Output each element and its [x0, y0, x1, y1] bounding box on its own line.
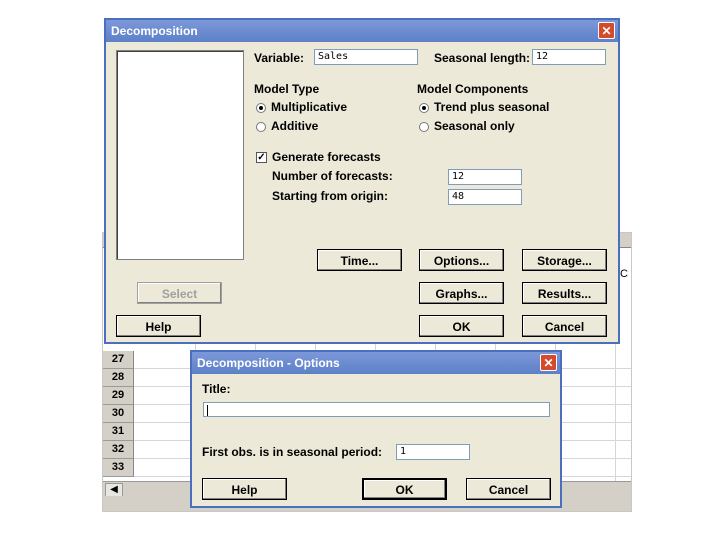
graphs-button[interactable]: Graphs... [419, 282, 504, 304]
radio-trend-plus-seasonal-label[interactable]: Trend plus seasonal [434, 100, 549, 114]
options-button[interactable]: Options... [419, 249, 504, 271]
column-label-fragment: C [620, 268, 628, 280]
options-close-icon[interactable]: ✕ [540, 354, 557, 371]
title-input[interactable] [203, 402, 550, 417]
row-header-27[interactable]: 27 [103, 351, 134, 369]
radio-multiplicative[interactable] [256, 103, 266, 113]
row-header-28[interactable]: 28 [103, 369, 134, 387]
results-button[interactable]: Results... [522, 282, 607, 304]
options-cancel-button[interactable]: Cancel [466, 478, 551, 500]
seasonal-length-label: Seasonal length: [434, 51, 531, 65]
radio-additive-label[interactable]: Additive [271, 119, 318, 133]
row-header-30[interactable]: 30 [103, 405, 134, 423]
starting-origin-input[interactable]: 48 [448, 189, 522, 205]
dialog-title: Decomposition [106, 20, 618, 42]
row-header-32[interactable]: 32 [103, 441, 134, 459]
scroll-left-arrow-icon[interactable]: ◀ [105, 483, 123, 497]
storage-button[interactable]: Storage... [522, 249, 607, 271]
options-dialog-title: Decomposition - Options [192, 352, 560, 374]
radio-multiplicative-label[interactable]: Multiplicative [271, 100, 347, 114]
close-icon[interactable]: ✕ [598, 22, 615, 39]
first-obs-label: First obs. is in seasonal period: [202, 445, 383, 459]
radio-seasonal-only[interactable] [419, 122, 429, 132]
row-header-29[interactable]: 29 [103, 387, 134, 405]
select-button[interactable]: Select [137, 282, 222, 304]
text-cursor [207, 405, 208, 416]
row-header-33[interactable]: 33 [103, 459, 134, 477]
row-header-31[interactable]: 31 [103, 423, 134, 441]
generate-forecasts-checkbox[interactable]: ✓ [256, 152, 267, 163]
cancel-button[interactable]: Cancel [522, 315, 607, 337]
model-components-heading: Model Components [417, 82, 529, 96]
number-of-forecasts-label: Number of forecasts: [272, 169, 393, 183]
starting-origin-label: Starting from origin: [272, 189, 388, 203]
help-button[interactable]: Help [116, 315, 201, 337]
first-obs-input[interactable]: 1 [396, 444, 470, 460]
decomposition-dialog: Decomposition ✕ Variable: Sales Seasonal… [104, 18, 620, 344]
options-ok-button[interactable]: OK [362, 478, 447, 500]
number-of-forecasts-input[interactable]: 12 [448, 169, 522, 185]
radio-additive[interactable] [256, 122, 266, 132]
decomposition-options-dialog: Decomposition - Options ✕ Title: First o… [190, 350, 562, 508]
variable-input[interactable]: Sales [314, 49, 418, 65]
radio-trend-plus-seasonal[interactable] [419, 103, 429, 113]
options-help-button[interactable]: Help [202, 478, 287, 500]
ok-button[interactable]: OK [419, 315, 504, 337]
seasonal-length-input[interactable]: 12 [532, 49, 606, 65]
model-type-heading: Model Type [254, 82, 320, 96]
generate-forecasts-label[interactable]: Generate forecasts [272, 150, 381, 164]
radio-seasonal-only-label[interactable]: Seasonal only [434, 119, 515, 133]
variable-label: Variable: [254, 51, 305, 65]
variable-list[interactable] [116, 50, 244, 260]
title-label: Title: [202, 382, 231, 396]
time-button[interactable]: Time... [317, 249, 402, 271]
